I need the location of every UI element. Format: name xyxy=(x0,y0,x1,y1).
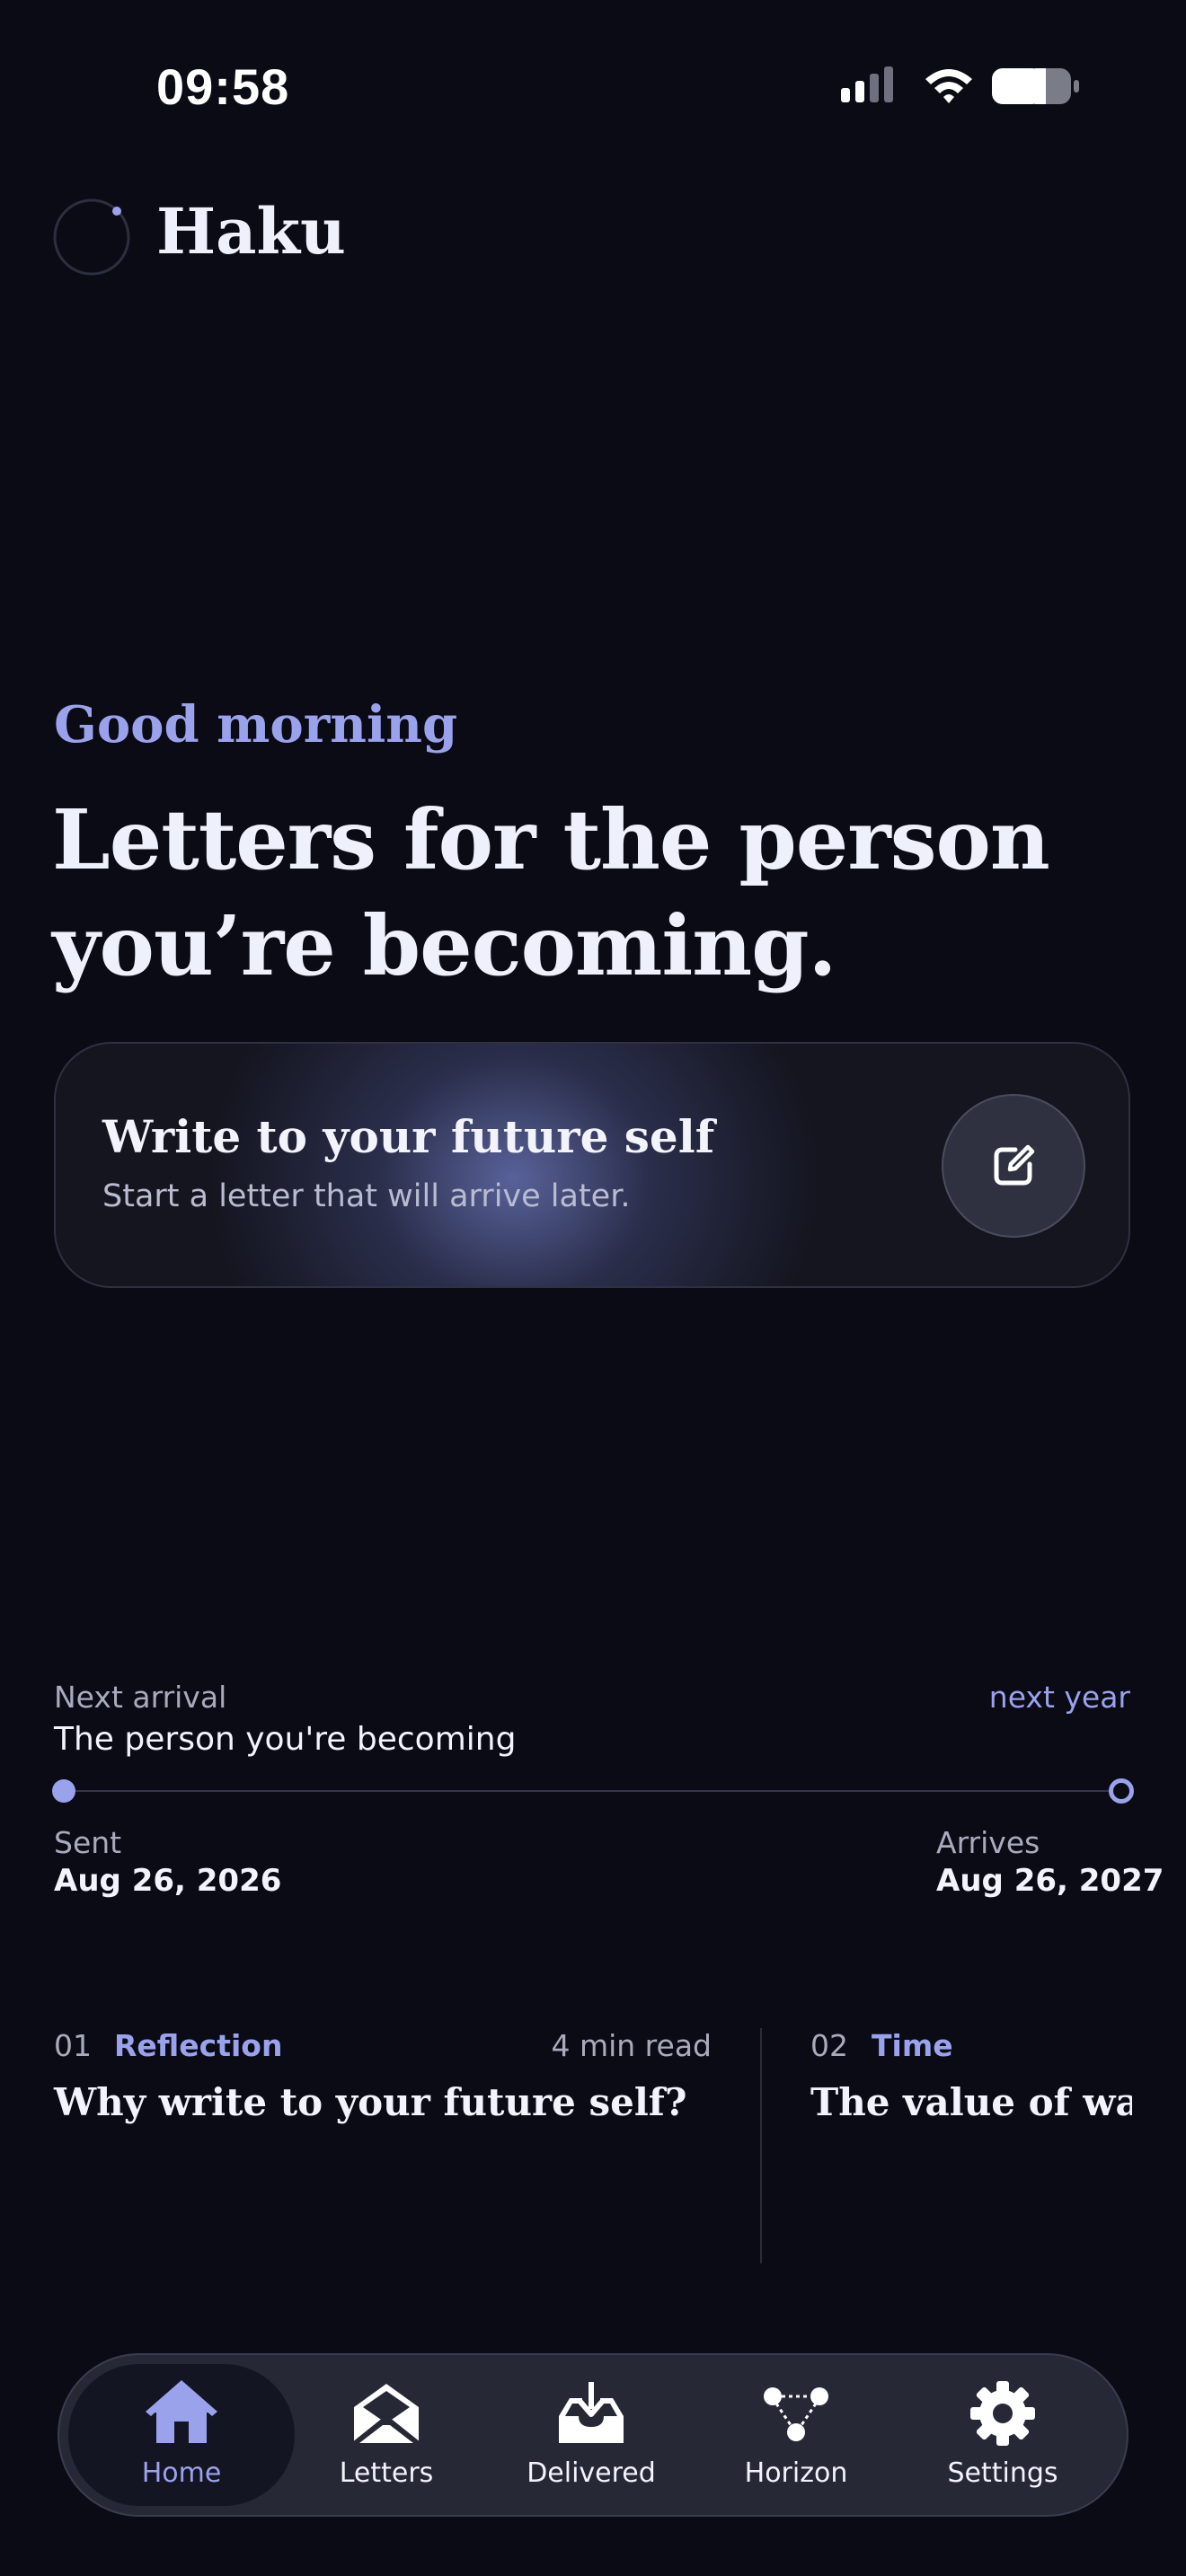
status-bar-icons xyxy=(841,66,1079,104)
article-card[interactable]: 02 Time The value of waiting xyxy=(810,2028,1132,2154)
inbox-download-icon xyxy=(559,2382,624,2443)
headline-line-2: you’re becoming. xyxy=(52,897,837,994)
page-headline: Letters for the person you’re becoming. xyxy=(52,787,1085,999)
greeting: Good morning xyxy=(54,695,458,754)
compose-button[interactable] xyxy=(942,1094,1085,1238)
article-read-time: 4 min read xyxy=(551,2028,712,2063)
arrives-label: Arrives xyxy=(936,1825,1040,1860)
article-number: 02 xyxy=(810,2028,848,2063)
tab-horizon[interactable]: Horizon xyxy=(706,2380,886,2497)
compose-icon xyxy=(994,1144,1035,1186)
article-category: Reflection xyxy=(114,2028,283,2063)
article-category: Time xyxy=(872,2028,953,2063)
timeline-start-dot xyxy=(52,1779,75,1803)
tab-delivered[interactable]: Delivered xyxy=(501,2380,681,2497)
gear-icon xyxy=(970,2381,1035,2446)
sent-label: Sent xyxy=(54,1825,122,1860)
brand-logo-icon xyxy=(53,198,130,276)
tab-label: Horizon xyxy=(744,2457,848,2489)
timeline-end-dot xyxy=(1109,1778,1134,1804)
next-arrival-title[interactable]: The person you're becoming xyxy=(54,1721,516,1758)
tab-letters[interactable]: Letters xyxy=(296,2380,476,2497)
tab-home[interactable]: Home xyxy=(92,2380,271,2497)
tab-label: Home xyxy=(141,2457,222,2489)
article-divider xyxy=(760,2028,762,2263)
headline-line-1: Letters for the person xyxy=(52,791,1050,888)
constellation-icon xyxy=(764,2387,828,2441)
sent-date: Aug 26, 2026 xyxy=(54,1863,282,1899)
write-letter-title: Write to your future self xyxy=(102,1110,715,1163)
arrives-date: Aug 26, 2027 xyxy=(936,1863,1164,1899)
tab-label: Delivered xyxy=(527,2457,656,2489)
article-number: 01 xyxy=(54,2028,92,2063)
next-arrival-when: next year xyxy=(988,1680,1130,1715)
tab-label: Settings xyxy=(947,2457,1058,2489)
brand-name: Haku xyxy=(156,194,346,269)
home-icon xyxy=(146,2380,217,2443)
envelope-open-icon xyxy=(350,2384,422,2445)
arrival-timeline xyxy=(65,1790,1121,1792)
write-letter-subtitle: Start a letter that will arrive later. xyxy=(102,1178,631,1214)
next-arrival-label: Next arrival xyxy=(54,1680,227,1715)
cellular-signal-icon xyxy=(841,66,893,102)
status-bar-time: 09:58 xyxy=(156,58,290,115)
tab-label: Letters xyxy=(339,2457,434,2489)
tab-settings[interactable]: Settings xyxy=(913,2380,1093,2497)
battery-icon xyxy=(992,68,1079,104)
article-title: Why write to your future self? xyxy=(54,2080,687,2124)
wifi-icon xyxy=(925,69,972,103)
article-title: The value of waiting xyxy=(810,2080,1132,2124)
article-card[interactable]: 01 Reflection 4 min read Why write to yo… xyxy=(54,2028,712,2263)
